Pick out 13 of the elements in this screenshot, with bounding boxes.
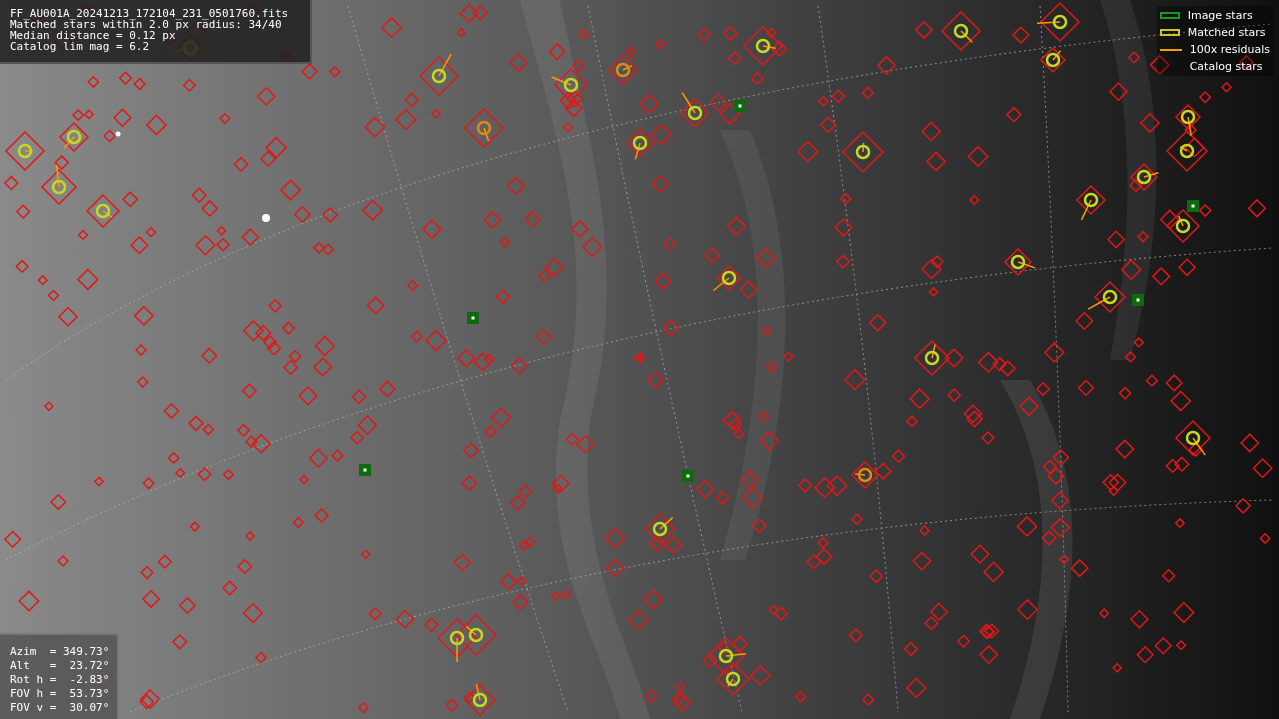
info-text: Matched stars within 2.0 px radius: 34/40 [10,19,282,30]
pointing-text: Alt = 23.72° [10,659,110,673]
legend-label: 100x residuals [1189,43,1270,56]
legend-label: Catalog stars [1189,60,1263,73]
info-text: Catalog lim mag = 6.2 [10,41,151,52]
pointing-text: Rot h = -2.83° [10,673,110,687]
pointing-text: Azim = 349.73° [10,645,110,659]
info-text: Median distance = 0.12 px [10,30,176,41]
pointing-text: FOV v = 30.07° [10,701,110,715]
legend-label: Image stars [1187,9,1253,22]
legend-label: Matched stars [1187,26,1266,39]
info-text: FF_AU001A_20241213_172104_231_0501760.fits [10,8,290,19]
pointing-text: FOV h = 53.73° [10,687,110,701]
